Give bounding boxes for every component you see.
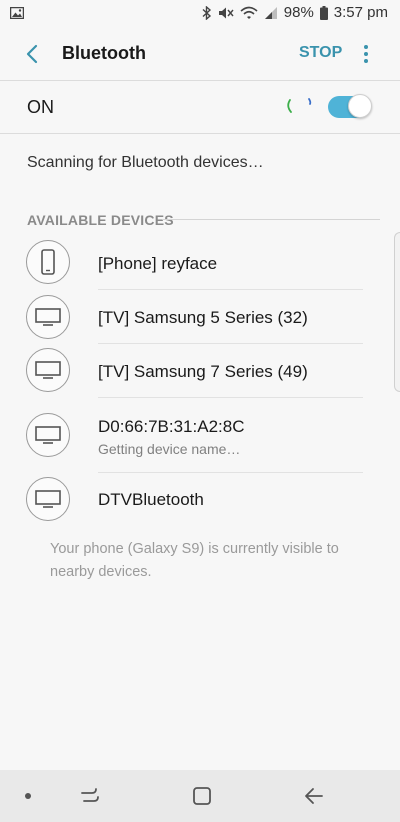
device-icon-circle xyxy=(26,413,70,457)
app-bar: Bluetooth STOP xyxy=(0,28,400,80)
device-item-phone-reyface[interactable]: [Phone] reyface xyxy=(0,236,400,290)
bluetooth-toggle-switch[interactable] xyxy=(328,94,372,119)
device-item-mac-address[interactable]: D0:66:7B:31:A2:8C Getting device name… xyxy=(0,398,400,472)
battery-percent: 98% xyxy=(283,4,314,21)
more-options-icon[interactable] xyxy=(356,42,376,66)
device-status-text: Getting device name… xyxy=(98,441,241,457)
toggle-state-label: ON xyxy=(27,97,54,117)
scanning-status-text: Scanning for Bluetooth devices… xyxy=(27,154,264,171)
tv-icon xyxy=(35,426,61,444)
divider xyxy=(0,133,400,134)
clock: 3:57 pm xyxy=(333,4,388,21)
wifi-icon xyxy=(240,6,258,19)
device-icon-circle xyxy=(26,348,70,392)
device-item-dtvbluetooth[interactable]: DTVBluetooth xyxy=(0,473,400,527)
phone-icon xyxy=(41,249,55,275)
bluetooth-status-icon xyxy=(202,5,211,20)
image-notification-icon xyxy=(10,7,24,19)
signal-icon xyxy=(264,6,277,19)
scanning-spinner-icon xyxy=(287,98,312,113)
tv-icon xyxy=(35,308,61,326)
bluetooth-toggle-row[interactable]: ON xyxy=(0,81,400,133)
recent-apps-icon[interactable] xyxy=(79,785,101,807)
section-header-available-devices: AVAILABLE DEVICES xyxy=(27,212,174,228)
visibility-note: Your phone (Galaxy S9) is currently visi… xyxy=(50,541,339,580)
section-divider xyxy=(162,219,380,220)
device-name: [TV] Samsung 5 Series (32) xyxy=(98,308,308,327)
stop-button[interactable]: STOP xyxy=(299,44,342,62)
device-icon-circle xyxy=(26,295,70,339)
home-icon[interactable] xyxy=(191,785,213,807)
nav-back-icon[interactable] xyxy=(302,785,326,807)
toggle-thumb xyxy=(348,94,372,118)
status-icons: 98% 3:57 pm xyxy=(202,4,388,21)
mute-icon xyxy=(218,7,234,18)
battery-icon xyxy=(319,5,328,20)
device-icon-circle xyxy=(26,240,70,284)
device-name: [TV] Samsung 7 Series (49) xyxy=(98,362,308,381)
device-item-tv-samsung-5-series[interactable]: [TV] Samsung 5 Series (32) xyxy=(0,290,400,344)
page-title: Bluetooth xyxy=(62,43,146,63)
nav-dot-icon xyxy=(25,793,31,799)
scroll-indicator[interactable] xyxy=(394,232,400,392)
tv-icon xyxy=(35,490,61,508)
device-name: D0:66:7B:31:A2:8C xyxy=(98,417,245,436)
device-icon-circle xyxy=(26,477,70,521)
device-name: DTVBluetooth xyxy=(98,490,204,509)
device-item-tv-samsung-7-series[interactable]: [TV] Samsung 7 Series (49) xyxy=(0,344,400,398)
device-name: [Phone] reyface xyxy=(98,254,218,273)
navigation-bar xyxy=(0,770,400,822)
status-bar: 98% 3:57 pm xyxy=(0,0,400,28)
back-arrow-icon[interactable] xyxy=(20,41,46,67)
tv-icon xyxy=(35,361,61,379)
